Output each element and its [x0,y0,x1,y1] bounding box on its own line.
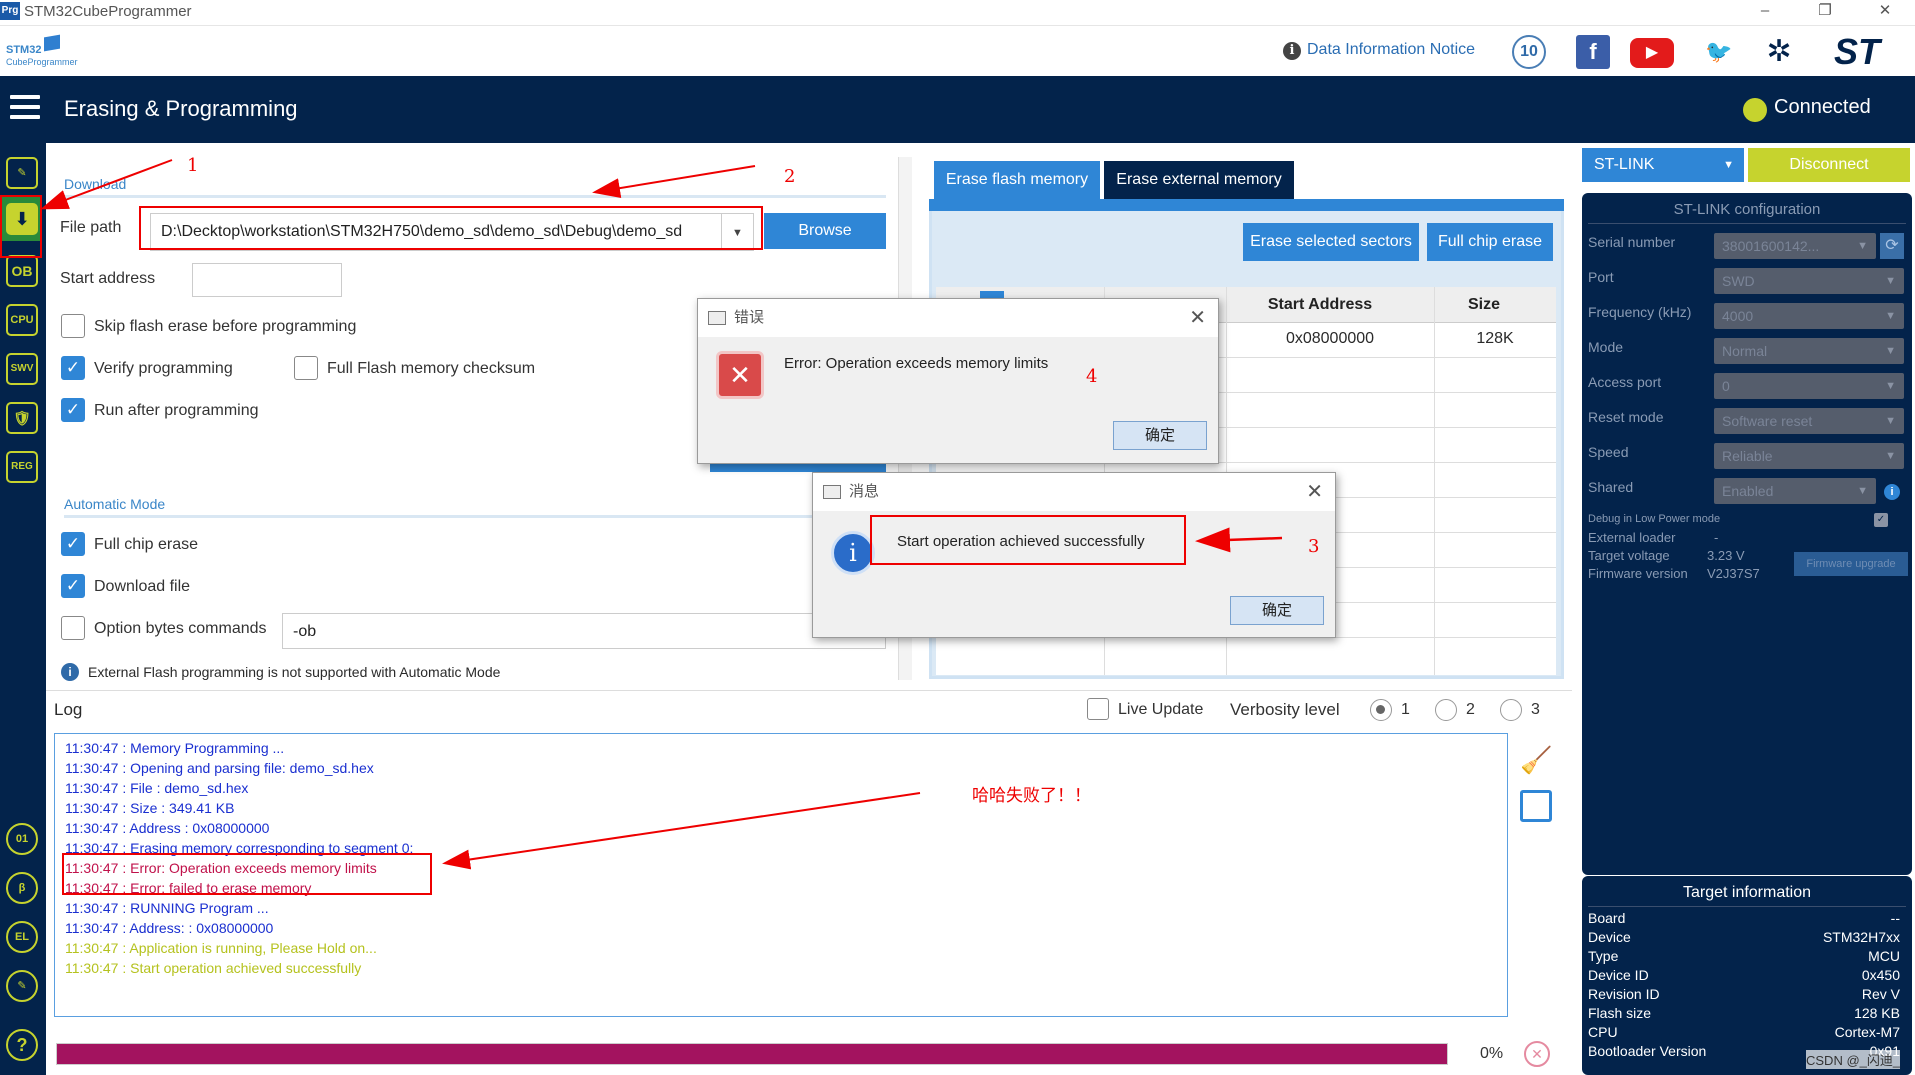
annotation-number-4: 4 [1086,366,1098,387]
annotation-arrows [40,159,1283,870]
annotation-number-1: 1 [187,155,199,176]
arrow-log [442,792,921,870]
arrow-3 [1195,527,1283,553]
watermark: CSDN @_闪迪_ [1806,1050,1901,1069]
arrow-2 [592,165,756,198]
annotation-number-2: 2 [784,166,796,187]
annotation-comment: 哈哈失败了！！ [972,786,1091,806]
annotation-number-3: 3 [1308,536,1320,557]
arrow-1 [40,159,173,210]
